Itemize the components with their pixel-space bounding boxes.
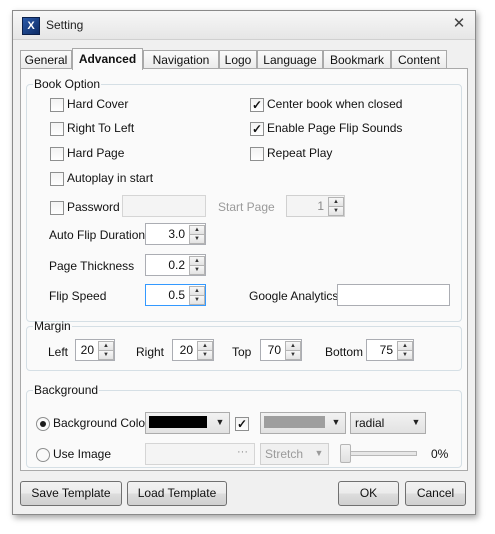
page-thickness-value: 0.2 <box>168 258 185 272</box>
autoplay-checkbox[interactable] <box>50 172 64 186</box>
second-color-picker[interactable]: ▼ <box>260 412 346 434</box>
google-analytics-input[interactable] <box>337 284 450 306</box>
margin-right-label: Right <box>136 345 165 359</box>
margin-top-stepper[interactable]: 70 ▲ ▼ <box>260 339 302 361</box>
browse-icon[interactable]: ··· <box>237 446 248 458</box>
password-input[interactable] <box>122 195 206 217</box>
close-icon[interactable]: ✕ <box>451 16 467 32</box>
arrow-down-icon[interactable]: ▼ <box>328 206 344 216</box>
image-fit-value: Stretch <box>265 447 304 461</box>
autoplay-label[interactable]: Autoplay in start <box>67 171 153 185</box>
opacity-slider-track[interactable] <box>343 451 417 456</box>
opacity-percent: 0% <box>431 447 449 461</box>
flip-sounds-label[interactable]: Enable Page Flip Sounds <box>267 121 402 135</box>
auto-flip-duration-stepper[interactable]: 3.0 ▲ ▼ <box>145 223 206 245</box>
chevron-down-icon: ▼ <box>331 417 341 427</box>
background-color-picker[interactable]: ▼ <box>145 412 230 434</box>
settings-window: X Setting ✕ General Advanced Navigation … <box>12 10 476 515</box>
window-title: Setting <box>46 18 84 32</box>
tab-general[interactable]: General <box>20 50 72 69</box>
color-swatch <box>149 416 207 428</box>
gradient-type-select[interactable]: radial ▼ <box>350 412 426 434</box>
right-to-left-checkbox[interactable] <box>50 122 64 136</box>
hard-page-label[interactable]: Hard Page <box>67 146 124 160</box>
auto-flip-duration-label: Auto Flip Duration <box>49 228 146 242</box>
cancel-button[interactable]: Cancel <box>405 481 466 506</box>
auto-flip-duration-value: 3.0 <box>168 227 185 241</box>
center-book-label[interactable]: Center book when closed <box>267 97 402 111</box>
tab-content[interactable]: Content <box>391 50 447 69</box>
margin-top-value: 70 <box>267 343 281 357</box>
chevron-down-icon: ▼ <box>314 448 324 458</box>
advanced-panel: Book Option Hard Cover Right To Left Har… <box>20 68 468 471</box>
flip-speed-stepper[interactable]: 0.5 ▲ ▼ <box>145 284 206 306</box>
use-image-radio[interactable] <box>36 448 50 462</box>
arrow-down-icon[interactable]: ▼ <box>189 234 205 244</box>
flip-speed-value: 0.5 <box>168 288 185 302</box>
page-thickness-stepper[interactable]: 0.2 ▲ ▼ <box>145 254 206 276</box>
repeat-play-label[interactable]: Repeat Play <box>267 146 332 160</box>
hard-page-checkbox[interactable] <box>50 147 64 161</box>
margin-left-label: Left <box>48 345 69 359</box>
margin-bottom-value: 75 <box>379 343 393 357</box>
arrow-down-icon[interactable]: ▼ <box>197 350 213 360</box>
start-page-stepper[interactable]: 1 ▲ ▼ <box>286 195 345 217</box>
arrow-down-icon[interactable]: ▼ <box>189 265 205 275</box>
flip-speed-label: Flip Speed <box>49 289 107 303</box>
gradient-type-value: radial <box>355 416 385 430</box>
margin-bottom-stepper[interactable]: 75 ▲ ▼ <box>366 339 414 361</box>
title-bar[interactable]: X Setting ✕ <box>13 11 475 40</box>
image-fit-select[interactable]: Stretch ▼ <box>260 443 329 465</box>
checkmark-icon: ✓ <box>251 122 263 136</box>
checkmark-icon: ✓ <box>251 98 263 112</box>
google-analytics-label: Google Analytics <box>249 289 339 303</box>
background-color-label[interactable]: Background Color <box>53 416 149 430</box>
arrow-down-icon[interactable]: ▼ <box>98 350 114 360</box>
page-thickness-label: Page Thickness <box>49 259 135 273</box>
margin-top-label: Top <box>232 345 252 359</box>
hard-cover-label[interactable]: Hard Cover <box>67 97 128 111</box>
arrow-down-icon[interactable]: ▼ <box>397 350 413 360</box>
color-swatch <box>264 416 325 428</box>
margin-right-value: 20 <box>179 343 193 357</box>
repeat-play-checkbox[interactable] <box>250 147 264 161</box>
tab-advanced[interactable]: Advanced <box>72 48 143 70</box>
arrow-down-icon[interactable]: ▼ <box>285 350 301 360</box>
hard-cover-checkbox[interactable] <box>50 98 64 112</box>
center-book-checkbox[interactable]: ✓ <box>250 98 264 112</box>
chevron-down-icon: ▼ <box>411 417 421 427</box>
tab-logo[interactable]: Logo <box>219 50 257 69</box>
flip-sounds-checkbox[interactable]: ✓ <box>250 122 264 136</box>
tab-bookmark[interactable]: Bookmark <box>323 50 391 69</box>
margin-legend: Margin <box>34 319 71 333</box>
margin-left-stepper[interactable]: 20 ▲ ▼ <box>75 339 115 361</box>
password-label[interactable]: Password <box>67 200 120 214</box>
start-page-value: 1 <box>317 199 324 213</box>
password-checkbox[interactable] <box>50 201 64 215</box>
chevron-down-icon: ▼ <box>215 417 225 427</box>
background-legend: Background <box>34 383 99 397</box>
gradient-enable-checkbox[interactable]: ✓ <box>235 417 249 431</box>
book-option-legend: Book Option <box>34 77 101 91</box>
opacity-slider-thumb[interactable] <box>340 444 351 463</box>
arrow-down-icon[interactable]: ▼ <box>189 295 205 305</box>
right-to-left-label[interactable]: Right To Left <box>67 121 134 135</box>
ok-button[interactable]: OK <box>338 481 399 506</box>
background-color-radio[interactable] <box>36 417 50 431</box>
margin-bottom-label: Bottom <box>325 345 364 359</box>
tab-navigation[interactable]: Navigation <box>143 50 219 69</box>
margin-left-value: 20 <box>80 343 94 357</box>
save-template-button[interactable]: Save Template <box>20 481 122 506</box>
load-template-button[interactable]: Load Template <box>127 481 227 506</box>
use-image-label[interactable]: Use Image <box>53 447 111 461</box>
margin-right-stepper[interactable]: 20 ▲ ▼ <box>172 339 214 361</box>
start-page-label: Start Page <box>218 200 275 214</box>
radio-selected-dot <box>40 421 46 427</box>
image-path-input[interactable]: ··· <box>145 443 255 465</box>
app-icon: X <box>22 17 40 35</box>
checkmark-icon: ✓ <box>236 417 248 431</box>
tab-language[interactable]: Language <box>257 50 323 69</box>
